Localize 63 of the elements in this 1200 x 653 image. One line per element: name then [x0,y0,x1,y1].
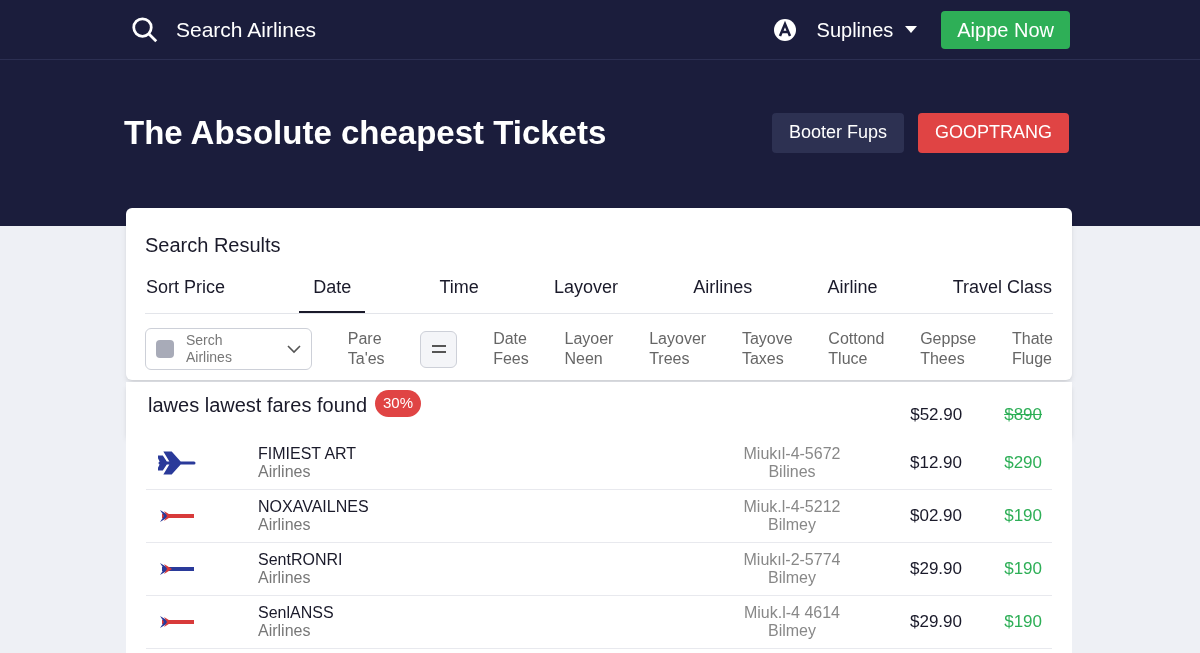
flight-code: Miuk.l-4-5212 [742,498,842,516]
flight-code: Miukıl-4-5672 [742,445,842,463]
filter-option[interactable]: Cottond Tluce [828,329,885,369]
sort-tab[interactable]: Date [299,274,366,313]
sort-tab[interactable]: Time [438,274,480,313]
search-icon[interactable] [130,14,160,45]
account-icon[interactable] [772,17,797,42]
flight-price: $12.90 [909,452,962,475]
summary-price: $52.90 [910,404,963,426]
flight-price: $29.90 [909,611,962,634]
airline-subtitle: Airlines [258,463,312,481]
results-title: Search Results [145,233,282,258]
filter-option[interactable]: Tayove Taxes [741,329,793,369]
airplane-icon [158,451,196,475]
filter-option[interactable]: Layoer Neen [564,329,614,369]
flight-fare: $290 [1003,452,1043,475]
flight-code-subtitle: Bilmey [767,622,817,640]
flight-row[interactable]: NOXAVAILNES Airlines Miuk.l-4-5212 Bilmey $02.90 $190 [146,490,1052,543]
flight-fare: $190 [1003,558,1043,581]
filter-option[interactable]: Thate Fluge [1011,329,1053,369]
airline-subtitle: Airlines [258,569,312,587]
airline-subtitle: Airlines [258,622,312,640]
equals-icon[interactable] [420,330,458,368]
flight-fare: $190 [1003,611,1043,634]
sort-tab[interactable]: Sort Price [145,274,227,313]
hero-button[interactable]: GOOPTRANG [918,112,1069,153]
sort-tab[interactable]: Layover [552,274,619,313]
search-label[interactable]: Search Airlines [176,13,317,46]
account-menu[interactable]: Suplines [816,14,918,45]
sort-tab[interactable]: Travel Class [951,274,1053,313]
sort-tab[interactable]: Airlines [692,274,754,313]
sort-tab[interactable]: Airline [826,274,879,313]
airline-name: NOXAVAILNES [258,498,370,516]
discount-badge: 30% [375,390,422,417]
airline-name: SentRONRI [258,551,344,569]
flight-row[interactable]: SentRONRI Airlines Miukıl-2-5774 Bilmey $29.90 $190 [146,543,1052,596]
flight-row[interactable]: SenlANSS Airlines Miuk.l-4 4614 Bilmey $29.90 $190 [146,596,1052,649]
airline-name: SenlANSS [258,604,335,622]
airline-select[interactable]: Serch Airlines [145,328,312,370]
flight-price: $29.90 [909,558,962,581]
select-placeholder: Airlines [186,349,233,366]
filter-option[interactable]: Date Fees [493,329,529,369]
filter-option[interactable]: Pare Ta'es [347,329,385,369]
page-title: The Absolute cheapest Tickets [124,113,608,153]
airline-name: FIMIEST ART [258,445,358,463]
hero-button[interactable]: Booter Fups [771,112,904,153]
caret-icon [905,25,918,34]
select-placeholder: Serch [186,332,224,349]
flight-code-subtitle: Bilmey [767,516,817,534]
flight-row[interactable]: FIMIEST ART Airlines Miukıl-4-5672 Bilines $12.90 $290 [146,437,1052,490]
airline-subtitle: Airlines [258,516,312,534]
flight-code: Miukıl-2-5774 [742,551,842,569]
old-price: $890 [1004,404,1042,426]
flight-code-subtitle: Bilmey [767,569,817,587]
filter-option[interactable]: Layover Trees [649,329,707,369]
flight-fare: $190 [1003,505,1043,528]
airline-swatch-icon [156,340,174,358]
chevron-down-icon [287,344,301,354]
filter-option[interactable]: Geppse Thees [920,329,977,369]
flight-code-subtitle: Bilines [767,463,817,481]
flight-price: $02.90 [909,505,962,528]
summary-text: lawes lawest fares found [148,393,367,418]
flight-code: Miuk.l-4 4614 [742,604,841,622]
